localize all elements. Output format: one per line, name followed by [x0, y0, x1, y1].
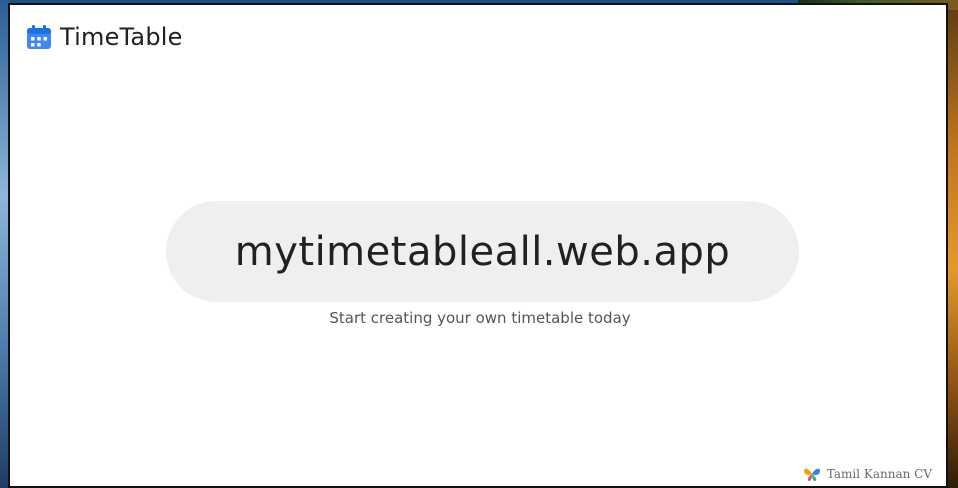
app-title: TimeTable	[60, 23, 183, 51]
slide-canvas: TimeTable mytimetableall.web.app Start c…	[8, 3, 948, 488]
author-credit: Tamil Kannan CV	[803, 466, 932, 482]
author-name: Tamil Kannan CV	[826, 467, 932, 481]
desktop-wallpaper-right	[948, 0, 958, 488]
url-pill[interactable]: mytimetableall.web.app	[166, 201, 799, 302]
screen: { "app": { "title": "TimeTable", "icon":…	[0, 0, 958, 488]
website-url[interactable]: mytimetableall.web.app	[235, 229, 731, 275]
tagline: Start creating your own timetable today	[329, 309, 631, 327]
butterfly-logo-icon	[803, 468, 820, 482]
app-brand: TimeTable	[26, 23, 183, 51]
calendar-icon	[27, 25, 51, 49]
